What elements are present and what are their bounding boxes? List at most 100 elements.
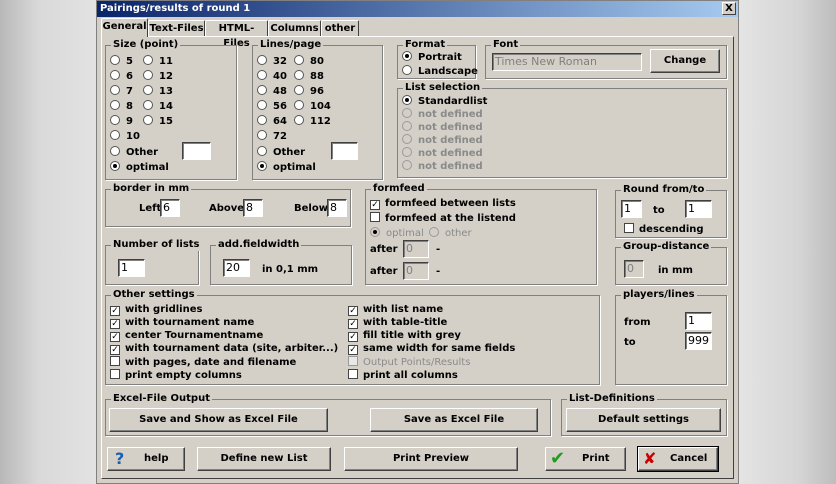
lines-option-96[interactable]: 96 xyxy=(294,85,324,98)
with-list-name-checkbox[interactable]: ✓ with list name xyxy=(348,304,443,316)
change-font-button[interactable]: Change xyxy=(650,49,720,73)
lines-option-optimal[interactable]: optimal xyxy=(257,161,316,174)
lines-option-48[interactable]: 48 xyxy=(257,85,287,98)
players-lines-group: players/lines from 1 to 999 xyxy=(615,289,727,385)
fieldwidth-input[interactable]: 20 xyxy=(223,259,250,277)
print-button[interactable]: ✔ Print xyxy=(545,447,626,471)
lines-option-56[interactable]: 56 xyxy=(257,100,287,113)
same-width-checkbox[interactable]: ✓ same width for same fields xyxy=(348,343,515,355)
format-option-portrait[interactable]: Portrait xyxy=(402,51,462,64)
size-option-other[interactable]: Other xyxy=(110,146,158,159)
border-below-input[interactable]: 8 xyxy=(327,199,347,217)
formfeed-after-label-2: after xyxy=(370,266,398,277)
lines-option-32[interactable]: 32 xyxy=(257,55,287,68)
size-option-6[interactable]: 6 xyxy=(110,70,133,83)
font-name-field[interactable]: Times New Roman xyxy=(492,53,642,71)
lines-option-other[interactable]: Other xyxy=(257,146,305,159)
with-gridlines-checkbox[interactable]: ✓ with gridlines xyxy=(110,304,202,316)
lines-option-104[interactable]: 104 xyxy=(294,100,331,113)
formfeed-optimal-radio[interactable]: optimal xyxy=(370,227,424,240)
players-to-input[interactable]: 999 xyxy=(685,332,712,350)
border-left-input[interactable]: 6 xyxy=(160,199,180,217)
border-group: border in mm Left 6 Above 8 Below 8 xyxy=(105,183,351,227)
size-option-optimal[interactable]: optimal xyxy=(110,161,169,174)
format-option-landscape[interactable]: Landscape xyxy=(402,65,478,78)
group-distance-title: Group-distance xyxy=(621,241,712,253)
with-pages-date-filename-checkbox[interactable]: with pages, date and filename xyxy=(110,356,296,369)
size-option-13[interactable]: 13 xyxy=(143,85,173,98)
group-distance-input[interactable]: 0 xyxy=(624,260,644,278)
list-definitions-title: List-Definitions xyxy=(567,393,657,405)
players-to-label: to xyxy=(624,337,636,348)
size-other-input[interactable] xyxy=(182,142,211,160)
with-tournament-name-checkbox[interactable]: ✓ with tournament name xyxy=(110,317,254,329)
help-button[interactable]: ? help xyxy=(107,447,185,471)
formfeed-between-lists-checkbox[interactable]: ✓ formfeed between lists xyxy=(370,198,516,210)
round-to-input[interactable]: 1 xyxy=(685,200,712,218)
print-all-columns-checkbox[interactable]: print all columns xyxy=(348,369,458,382)
close-button[interactable]: X xyxy=(722,2,736,15)
list-option-standardlist[interactable]: Standardlist xyxy=(402,95,487,108)
fieldwidth-title: add.fieldwidth xyxy=(216,239,302,251)
size-option-14[interactable]: 14 xyxy=(143,100,173,113)
default-settings-button[interactable]: Default settings xyxy=(566,408,721,432)
size-option-7[interactable]: 7 xyxy=(110,85,133,98)
size-option-9[interactable]: 9 xyxy=(110,115,133,128)
lines-other-input[interactable] xyxy=(331,142,358,160)
border-above-input[interactable]: 8 xyxy=(243,199,263,217)
tab-general[interactable]: General xyxy=(101,18,148,37)
lines-option-64[interactable]: 64 xyxy=(257,115,287,128)
print-button-label: Print xyxy=(582,453,610,464)
tab-html-files[interactable]: HTML-Files xyxy=(205,20,268,49)
font-group: Font Times New Roman Change xyxy=(485,39,727,79)
excel-output-group: Excel-File Output Save and Show as Excel… xyxy=(105,393,551,436)
round-group-title: Round from/to xyxy=(621,184,707,196)
tab-panel-general: Size (point) 5 6 7 8 9 10 Other optimal … xyxy=(101,36,734,479)
lines-option-88[interactable]: 88 xyxy=(294,70,324,83)
players-from-input[interactable]: 1 xyxy=(685,312,712,330)
with-table-title-checkbox[interactable]: ✓ with table-title xyxy=(348,317,447,329)
print-empty-columns-checkbox[interactable]: print empty columns xyxy=(110,369,242,382)
save-excel-button[interactable]: Save as Excel File xyxy=(370,408,538,432)
lines-option-112[interactable]: 112 xyxy=(294,115,331,128)
with-tournament-data-checkbox[interactable]: ✓ with tournament data (site, arbiter...) xyxy=(110,343,338,355)
cancel-button[interactable]: ✘ Cancel xyxy=(637,446,719,472)
formfeed-listend-checkbox[interactable]: formfeed at the listend xyxy=(370,212,516,225)
list-option-undefined-3[interactable]: not defined xyxy=(402,134,483,147)
fill-title-grey-checkbox[interactable]: ✓ fill title with grey xyxy=(348,330,461,342)
size-option-10[interactable]: 10 xyxy=(110,130,140,143)
size-option-8[interactable]: 8 xyxy=(110,100,133,113)
descending-checkbox[interactable]: descending xyxy=(624,223,704,236)
center-tournamentname-checkbox[interactable]: ✓ center Tournamentname xyxy=(110,330,263,342)
list-option-undefined-1[interactable]: not defined xyxy=(402,108,483,121)
formfeed-after-label-1: after xyxy=(370,244,398,255)
round-to-label: to xyxy=(653,205,665,216)
formfeed-after-input-1[interactable]: 0 xyxy=(403,240,429,258)
border-left-label: Left xyxy=(139,203,162,214)
lines-option-40[interactable]: 40 xyxy=(257,70,287,83)
tab-text-files[interactable]: Text-Files xyxy=(148,20,205,37)
round-from-input[interactable]: 1 xyxy=(621,200,642,218)
save-show-excel-button[interactable]: Save and Show as Excel File xyxy=(109,408,328,432)
size-option-15[interactable]: 15 xyxy=(143,115,173,128)
size-option-12[interactable]: 12 xyxy=(143,70,173,83)
output-points-results-checkbox[interactable]: Output Points/Results xyxy=(348,356,470,369)
lines-option-80[interactable]: 80 xyxy=(294,55,324,68)
number-of-lists-input[interactable]: 1 xyxy=(118,259,145,277)
other-settings-title: Other settings xyxy=(111,289,197,301)
list-option-undefined-2[interactable]: not defined xyxy=(402,121,483,134)
tab-other[interactable]: other xyxy=(321,20,359,37)
list-option-undefined-4[interactable]: not defined xyxy=(402,147,483,160)
define-new-list-button[interactable]: Define new List xyxy=(197,447,331,471)
number-of-lists-group: Number of lists 1 xyxy=(105,239,202,285)
size-option-11[interactable]: 11 xyxy=(143,55,173,68)
print-preview-button[interactable]: Print Preview xyxy=(344,447,518,471)
formfeed-other-radio[interactable]: other xyxy=(429,227,472,240)
players-lines-title: players/lines xyxy=(621,289,697,301)
list-option-undefined-5[interactable]: not defined xyxy=(402,160,483,173)
format-group-title: Format xyxy=(403,39,448,51)
tab-columns[interactable]: Columns xyxy=(268,20,321,37)
formfeed-after-input-2[interactable]: 0 xyxy=(403,262,429,280)
lines-option-72[interactable]: 72 xyxy=(257,130,287,143)
size-option-5[interactable]: 5 xyxy=(110,55,133,68)
